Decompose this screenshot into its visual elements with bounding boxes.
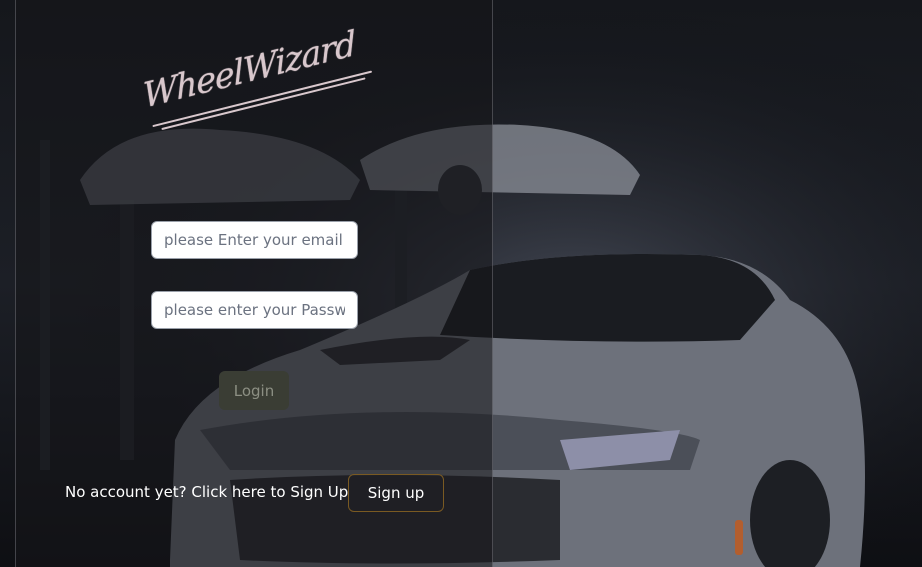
signup-prompt: No account yet? Click here to Sign Up <box>65 483 349 501</box>
password-input[interactable] <box>151 291 358 329</box>
signup-button[interactable]: Sign up <box>348 474 444 512</box>
login-button[interactable]: Login <box>219 371 289 410</box>
email-input[interactable] <box>151 221 358 259</box>
